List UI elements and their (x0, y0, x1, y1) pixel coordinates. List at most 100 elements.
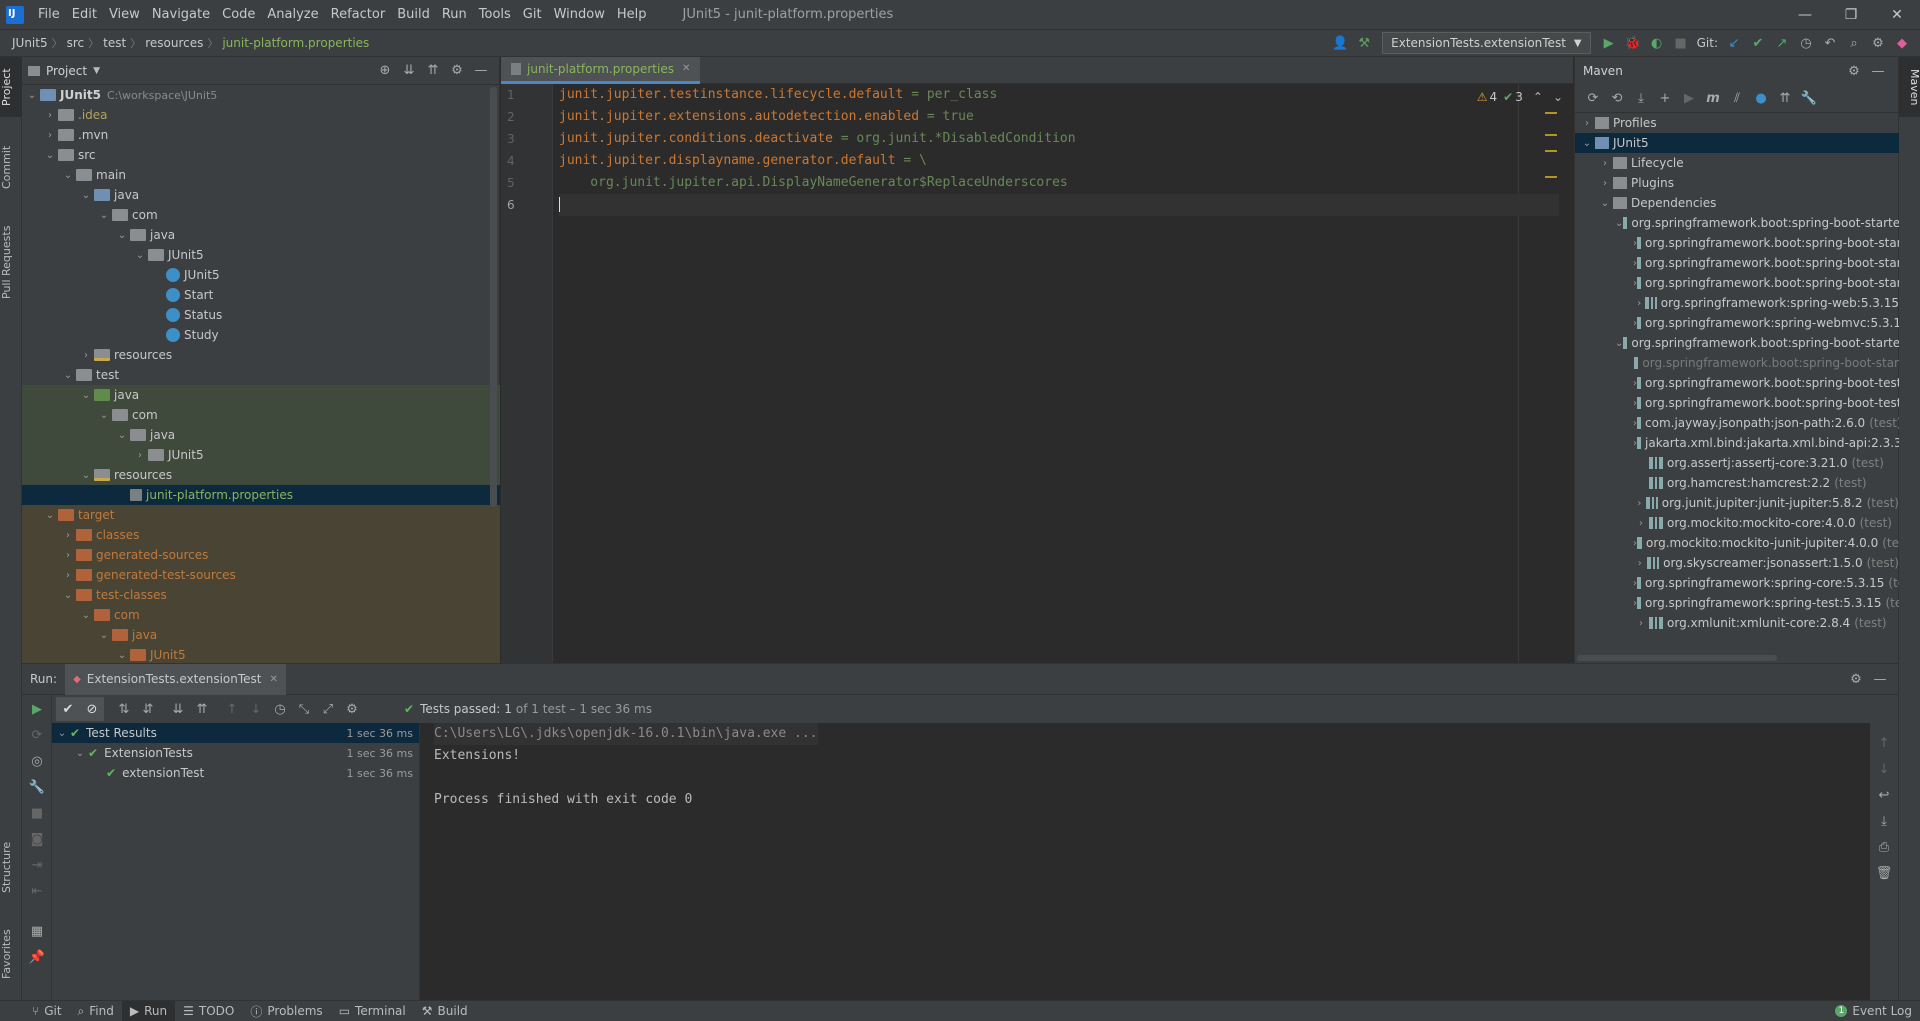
maven-node[interactable]: › org.xmlunit:xmlunit-core:2.8.4 (test) (1575, 613, 1899, 633)
crumb-test[interactable]: test (99, 36, 130, 50)
maven-node[interactable]: › org.springframework.boot:spring-boot-st… (1575, 233, 1899, 253)
chevron-right-icon[interactable]: › (1633, 298, 1645, 309)
generate-sources-icon[interactable]: ⟲ (1605, 87, 1629, 111)
code-line[interactable]: junit.jupiter.extensions.autodetection.e… (559, 106, 1559, 128)
run-configuration-select[interactable]: ExtensionTests.extensionTest ▼ (1382, 32, 1591, 54)
tree-node[interactable]: ⌄ JUnit5 (22, 645, 500, 663)
tree-node[interactable]: › classes (22, 525, 500, 545)
console-output[interactable]: C:\Users\LG\.jdks\openjdk-16.0.1\bin\jav… (420, 723, 1870, 1000)
chevron-right-icon[interactable]: › (1633, 498, 1646, 509)
tree-node[interactable]: ⌄ target (22, 505, 500, 525)
tree-node[interactable]: › generated-test-sources (22, 565, 500, 585)
hide-icon[interactable]: — (1866, 59, 1890, 83)
stop-icon[interactable]: ■ (1669, 31, 1693, 55)
error-stripe-marker[interactable] (1545, 176, 1557, 178)
coverage-icon[interactable]: ◐ (1645, 31, 1669, 55)
project-view-title[interactable]: Project (46, 64, 87, 78)
soft-wrap-icon[interactable]: ↩ (1872, 783, 1896, 807)
maven-node[interactable]: ⌄ org.springframework.boot:spring-boot-st… (1575, 213, 1899, 233)
trash-icon[interactable]: 🗑 (1872, 861, 1896, 885)
chevron-down-icon[interactable]: ⌄ (60, 170, 76, 181)
status-find-button[interactable]: ⌕ Find (70, 1001, 122, 1021)
chevron-down-icon[interactable]: ⌄ (114, 430, 130, 441)
tree-node[interactable]: ⌄ test (22, 365, 500, 385)
tree-node[interactable]: ⌄ JUnit5 (22, 245, 500, 265)
tree-node[interactable]: Status (22, 305, 500, 325)
add-icon[interactable]: + (1653, 87, 1677, 111)
menu-analyze[interactable]: Analyze (261, 0, 324, 29)
next-failed-icon[interactable]: ↓ (244, 697, 268, 721)
test-history-icon[interactable]: ◷ (268, 697, 292, 721)
hide-icon[interactable]: — (1868, 667, 1892, 691)
chevron-down-icon[interactable]: ⌄ (78, 610, 94, 621)
chevron-right-icon[interactable]: › (1633, 618, 1649, 629)
maven-node[interactable]: ⌄ JUnit5 (1575, 133, 1899, 153)
tree-node[interactable]: ⌄ com (22, 605, 500, 625)
rerun-failed-icon[interactable]: ⟳ (25, 723, 49, 747)
code-line[interactable]: org.junit.jupiter.api.DisplayNameGenerat… (559, 172, 1559, 194)
crumb-project[interactable]: JUnit5 (8, 36, 52, 50)
maven-node[interactable]: org.assertj:assertj-core:3.21.0 (test) (1575, 453, 1899, 473)
menu-file[interactable]: File (32, 0, 66, 29)
collapse-all-icon[interactable]: ⇈ (421, 59, 445, 83)
code-line[interactable]: junit.jupiter.conditions.deactivate = or… (559, 128, 1559, 150)
chevron-down-icon[interactable]: ⌄ (96, 210, 112, 221)
tool-tab-pull-requests[interactable]: Pull Requests (0, 212, 22, 312)
menu-run[interactable]: Run (436, 0, 473, 29)
chevron-right-icon[interactable]: › (1633, 558, 1647, 569)
code-line[interactable]: junit.jupiter.testinstance.lifecycle.def… (559, 84, 1559, 106)
stop-icon[interactable]: ■ (25, 801, 49, 825)
status-problems-button[interactable]: ⓘ Problems (242, 1001, 330, 1021)
project-scrollbar[interactable] (490, 87, 497, 507)
close-icon[interactable]: ✕ (1874, 7, 1920, 23)
tree-node[interactable]: ⌄ resources (22, 465, 500, 485)
tree-node[interactable]: › .idea (22, 105, 500, 125)
test-result-row[interactable]: ⌄ ✔ Test Results 1 sec 36 ms (52, 723, 419, 743)
code-line[interactable] (559, 194, 1559, 216)
git-update-icon[interactable]: ↙ (1722, 31, 1746, 55)
chevron-right-icon[interactable]: › (132, 450, 148, 461)
execute-goal-icon[interactable]: m (1701, 87, 1725, 111)
maven-node[interactable]: › org.springframework:spring-core:5.3.15(… (1575, 573, 1899, 593)
gear-icon[interactable]: ⚙ (1844, 667, 1868, 691)
wrench-icon[interactable]: 🔧 (1797, 87, 1821, 111)
error-stripe-marker[interactable] (1545, 150, 1557, 152)
tree-node[interactable]: ⌄ test-classes (22, 585, 500, 605)
test-result-row[interactable]: ⌄ ✔ ExtensionTests 1 sec 36 ms (52, 743, 419, 763)
chevron-down-icon[interactable]: ⌄ (114, 650, 130, 661)
search-icon[interactable]: ⌕ (1842, 31, 1866, 55)
git-history-icon[interactable]: ◷ (1794, 31, 1818, 55)
import-tests-icon[interactable]: ⤡ (292, 697, 316, 721)
editor-tab-properties[interactable]: junit-platform.properties ✕ (501, 56, 701, 84)
maven-node[interactable]: › org.springframework:spring-test:5.3.15(… (1575, 593, 1899, 613)
layout-icon[interactable]: ▦ (25, 919, 49, 943)
chevron-down-icon[interactable]: ⌄ (1597, 198, 1613, 209)
close-tab-icon[interactable]: ✕ (270, 674, 278, 685)
chevron-down-icon[interactable]: ⌄ (24, 90, 40, 101)
crumb-src[interactable]: src (63, 36, 89, 50)
scroll-down-icon[interactable]: ↓ (1872, 757, 1896, 781)
tree-node[interactable]: JUnit5 (22, 265, 500, 285)
maven-node[interactable]: ⌄ Dependencies (1575, 193, 1899, 213)
crumb-resources[interactable]: resources (141, 36, 207, 50)
chevron-right-icon[interactable]: › (78, 350, 94, 361)
maven-node[interactable]: › org.junit.jupiter:junit-jupiter:5.8.2 (t… (1575, 493, 1899, 513)
show-passed-icon[interactable]: ✔ (56, 697, 80, 721)
menu-git[interactable]: Git (517, 0, 548, 29)
tree-node[interactable]: ⌄ com (22, 205, 500, 225)
status-run-button[interactable]: ▶ Run (121, 1000, 176, 1021)
wrench-icon[interactable]: 🔧 (25, 775, 49, 799)
minimize-icon[interactable]: — (1782, 7, 1828, 23)
chevron-down-icon[interactable]: ⌄ (42, 150, 58, 161)
jetbrains-logo-icon[interactable]: ◆ (1890, 31, 1914, 55)
menu-window[interactable]: Window (548, 0, 611, 29)
tree-node[interactable]: ⌄ java (22, 185, 500, 205)
event-log-button[interactable]: 1 Event Log (1827, 1001, 1920, 1021)
prev-failed-icon[interactable]: ↑ (220, 697, 244, 721)
settings-gear-icon[interactable]: ⚙ (340, 697, 364, 721)
chevron-right-icon[interactable]: › (1633, 518, 1649, 529)
gear-icon[interactable]: ⚙ (1842, 59, 1866, 83)
tree-node[interactable]: ⌄ java (22, 385, 500, 405)
chevron-down-icon[interactable]: ⌄ (60, 590, 76, 601)
tool-tab-commit[interactable]: Commit (0, 132, 22, 202)
